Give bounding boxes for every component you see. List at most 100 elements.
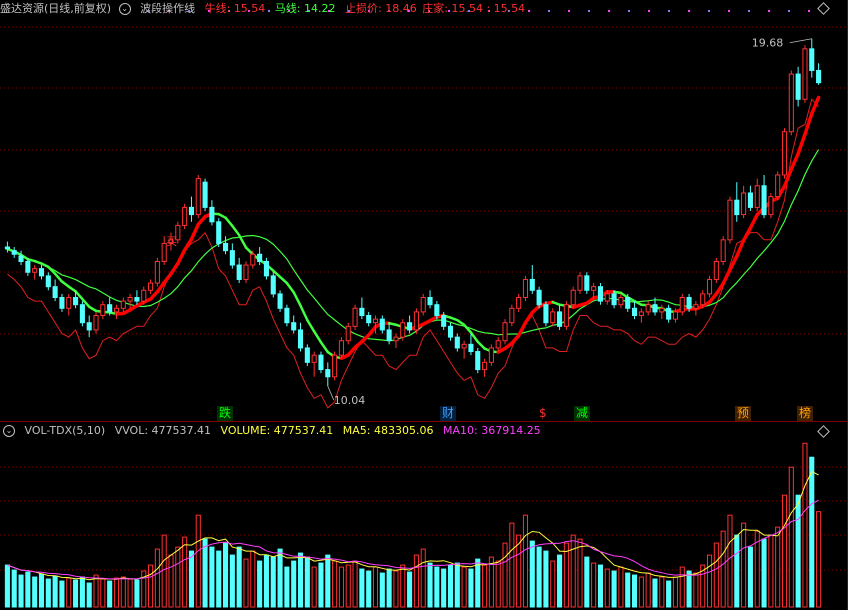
volume-bar	[222, 542, 229, 608]
volume-bar	[706, 554, 713, 608]
event-tag-finance[interactable]: 财	[440, 406, 457, 421]
candle-body	[659, 307, 665, 313]
candle-body	[447, 325, 454, 338]
event-tag-forecast[interactable]: 预	[735, 406, 752, 421]
candle-body	[747, 192, 753, 208]
signal-dot	[628, 10, 630, 12]
bull-line-segment	[292, 291, 302, 307]
event-tag-reduce[interactable]: 减	[574, 406, 591, 421]
volume-bar	[693, 572, 699, 608]
volume-bar	[113, 577, 120, 608]
candle-body	[202, 181, 208, 208]
candle-body	[216, 221, 222, 244]
circle-chevron-icon[interactable]: ⌄	[118, 3, 131, 15]
bull-line-segment	[224, 216, 234, 228]
signal-dot	[608, 10, 610, 12]
candle-body	[706, 278, 713, 295]
candle-body	[195, 178, 201, 216]
candle-body	[332, 354, 338, 378]
candle-body	[631, 307, 638, 317]
candle-body	[311, 354, 317, 363]
volume-bar	[52, 575, 58, 608]
volume-bar	[263, 554, 269, 608]
candle-body	[407, 322, 413, 331]
stock-chart[interactable]: 买 19.68 10.04	[0, 0, 848, 610]
volume-bar	[618, 566, 624, 608]
high-price-label: 19.68	[752, 37, 784, 50]
bull-label: 牛线:	[204, 2, 231, 15]
volume-bar	[93, 574, 99, 608]
candle-body	[761, 185, 767, 216]
candle-body	[420, 296, 426, 313]
volume-bar	[741, 522, 747, 608]
candle-body	[604, 293, 610, 302]
volume-bar	[659, 576, 665, 608]
candle-body	[141, 289, 147, 302]
volume-bar	[127, 578, 133, 608]
candle-body	[816, 69, 822, 84]
volume-bar	[73, 579, 79, 608]
bull-line-segment	[312, 330, 323, 344]
signal-dot	[588, 10, 590, 12]
bull-line-segment	[244, 246, 255, 256]
bull-line-segment	[803, 111, 814, 137]
candle-body	[645, 304, 651, 313]
volume-bar	[679, 566, 685, 608]
candle-body	[434, 304, 440, 317]
bull-line-segment	[231, 224, 241, 237]
candle-body	[557, 311, 563, 327]
bull-line-segment	[748, 212, 759, 230]
volume-bar	[461, 566, 467, 608]
candle-body	[325, 369, 331, 378]
chart-title[interactable]: 盛达资源(日线,前复权)	[0, 2, 111, 15]
indicator-name[interactable]: 波段操作线	[140, 2, 195, 15]
low-price-label: 10.04	[334, 394, 366, 407]
bull-line-segment	[523, 310, 535, 325]
candle-body	[584, 275, 590, 291]
volume-bar	[379, 572, 385, 608]
volume-bar	[543, 550, 549, 608]
ma5-readout: MA5: 483305.06	[342, 424, 434, 437]
volume-bar	[577, 538, 583, 608]
candle-body	[720, 239, 726, 262]
volume-bar	[631, 574, 638, 608]
volume-bar	[270, 556, 276, 608]
candle-body	[318, 354, 324, 371]
bull-value: 15.54	[233, 2, 266, 15]
volume-bar	[638, 576, 644, 608]
signal-dot	[708, 10, 710, 12]
volume-bar	[372, 566, 379, 608]
candle-body	[570, 289, 576, 306]
volume-indicator-name[interactable]: VOL-TDX(5,10)	[25, 424, 106, 437]
candle-body	[502, 322, 508, 342]
volume-bar	[318, 562, 324, 608]
circle-chevron-icon[interactable]: ⌄	[3, 425, 15, 437]
volume-bar	[236, 546, 242, 608]
candle-body	[413, 311, 419, 331]
volume-bar	[427, 562, 433, 608]
candle-body	[809, 48, 815, 71]
candle-body	[18, 255, 24, 262]
candle-body	[522, 278, 529, 298]
event-tag-fall[interactable]: 跌	[217, 406, 234, 421]
candle-body	[93, 315, 99, 331]
candle-body	[372, 318, 379, 324]
candle-body	[400, 322, 406, 338]
candle-body	[591, 286, 597, 291]
volume-bar	[809, 456, 815, 608]
volume-bar	[154, 548, 160, 608]
candle-body	[127, 296, 133, 302]
candle-body	[618, 296, 624, 306]
event-tag-ranking[interactable]: 榜	[797, 406, 814, 421]
candle-body	[120, 300, 126, 309]
candle-body	[727, 199, 733, 241]
bull-line-segment	[789, 152, 800, 172]
candle-body	[550, 311, 556, 324]
volume-bar	[482, 564, 488, 608]
candle-body	[11, 250, 17, 255]
volume-bar	[509, 522, 515, 608]
candle-body	[209, 206, 215, 223]
candle-body	[679, 296, 685, 313]
event-tag-dollar[interactable]: $	[537, 406, 549, 421]
volume-bar	[441, 568, 447, 608]
